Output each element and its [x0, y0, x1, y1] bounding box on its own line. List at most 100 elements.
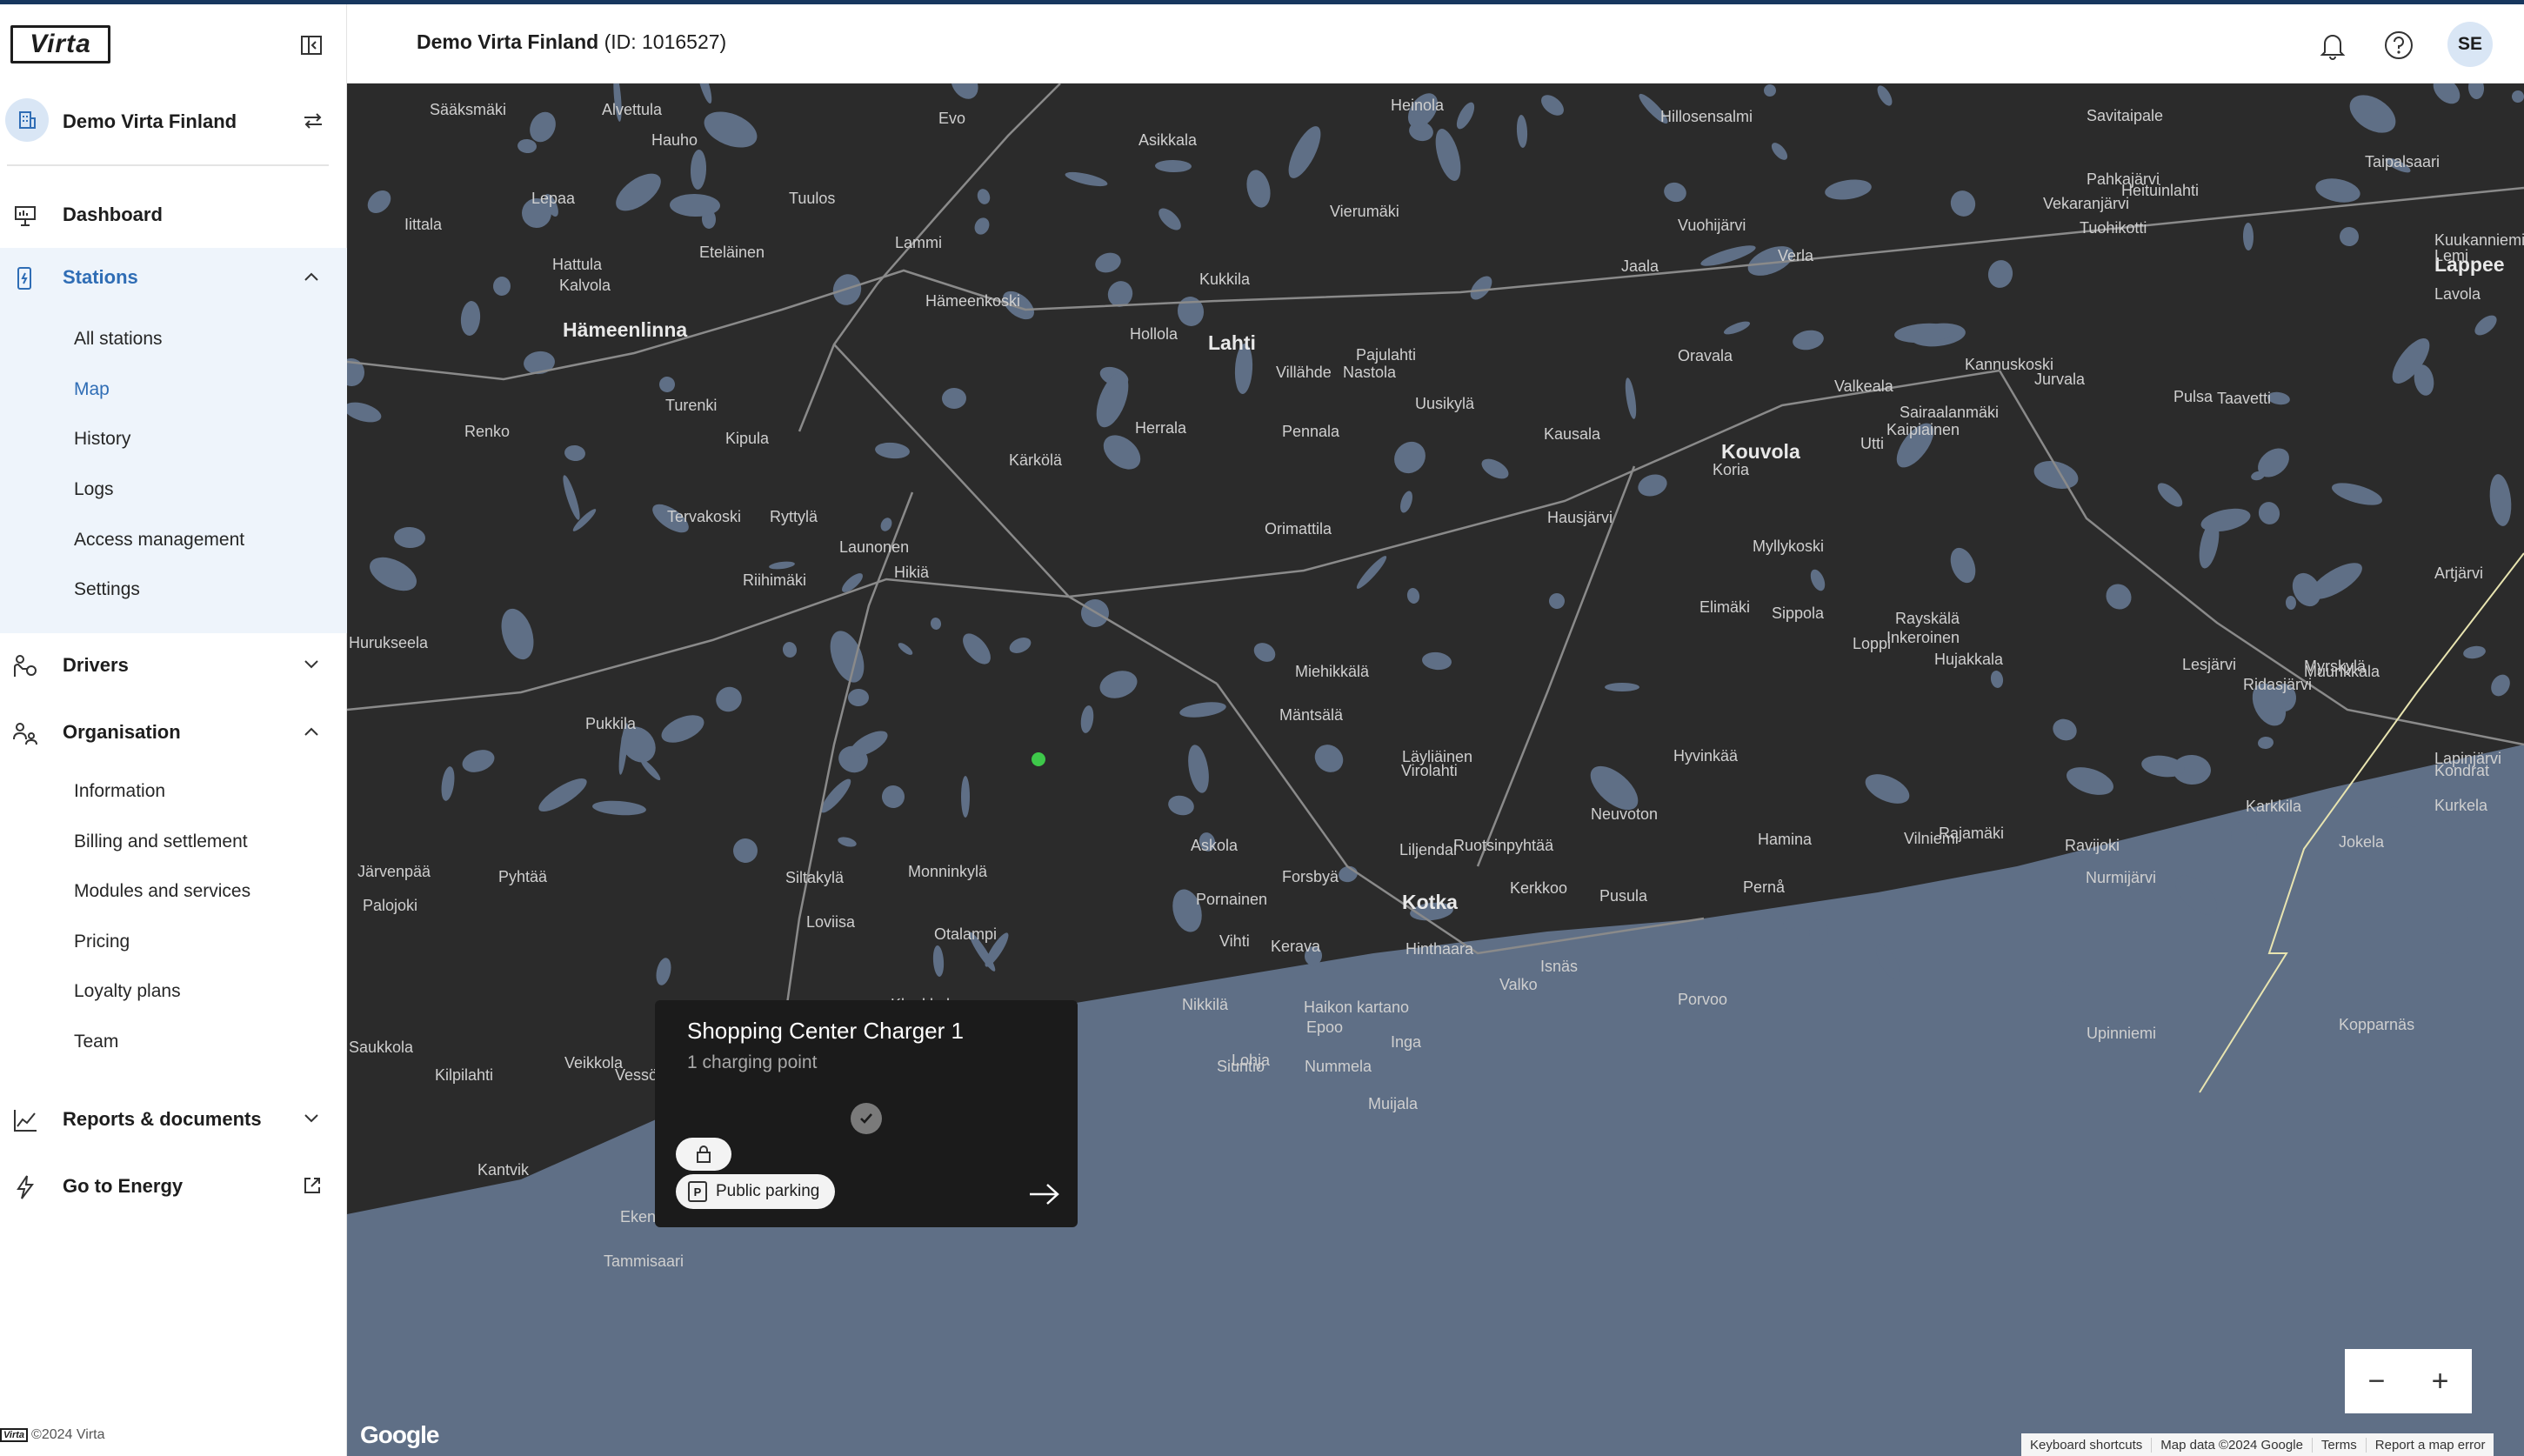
stations-section: Stations All stations Map History Logs A… — [0, 248, 347, 633]
place-label: Järvenpää — [357, 863, 431, 880]
station-name[interactable]: Shopping Center Charger 1 — [687, 1018, 964, 1045]
map-view[interactable]: Sääksmäki Alvettula Hauho Evo Asikkala Heinol… — [347, 83, 2524, 1456]
nav-history[interactable]: History — [74, 429, 130, 450]
nav-access-management[interactable]: Access management — [74, 530, 244, 551]
nav-station-settings[interactable]: Settings — [74, 579, 140, 600]
place-label: Lemi — [2434, 247, 2469, 264]
org-switcher[interactable]: Demo Virta Finland — [0, 93, 347, 154]
virta-mini-logo: Virta — [0, 1428, 29, 1442]
place-label: Valko — [1499, 976, 1538, 993]
place-label: Loppi — [1853, 635, 1892, 652]
place-label: Vierumäki — [1330, 203, 1399, 220]
place-label: Iittala — [404, 216, 443, 233]
place-label: Otalampi — [934, 925, 998, 943]
nav-dashboard[interactable]: Dashboard — [0, 185, 347, 241]
nav-drivers[interactable]: Drivers — [0, 636, 347, 691]
nav-all-stations[interactable]: All stations — [74, 329, 163, 350]
nav-information[interactable]: Information — [74, 781, 165, 802]
place-label: Neuvoton — [1591, 805, 1659, 823]
nav-logs[interactable]: Logs — [74, 479, 114, 500]
place-label: Evo — [938, 110, 966, 127]
nav-stations[interactable]: Stations — [0, 248, 347, 304]
place-label: Eteläinen — [699, 244, 765, 261]
drivers-icon — [14, 655, 37, 677]
place-label: Veikkola — [564, 1054, 624, 1072]
place-label: Kotka — [1402, 891, 1458, 913]
switch-org-icon[interactable] — [303, 112, 324, 130]
place-label: Hujakkala — [1934, 651, 2004, 668]
place-label: Uusikylä — [1415, 395, 1475, 412]
nav-billing[interactable]: Billing and settlement — [74, 832, 248, 852]
user-avatar[interactable]: SE — [2447, 22, 2493, 67]
place-label: Upinniemi — [2087, 1025, 2157, 1042]
nav-organisation[interactable]: Organisation — [0, 703, 347, 758]
zoom-in-button[interactable]: + — [2432, 1365, 2449, 1399]
place-label: Pajulahti — [1356, 346, 1417, 364]
place-label: Hillosensalmi — [1660, 108, 1753, 125]
place-label: Rayskälä — [1895, 610, 1960, 627]
nav-map[interactable]: Map — [74, 379, 110, 400]
place-label: Nummela — [1305, 1058, 1372, 1075]
charging-station-icon — [17, 267, 31, 290]
public-parking-tag: P Public parking — [676, 1174, 836, 1209]
divider — [7, 164, 329, 166]
help-icon[interactable] — [2382, 29, 2415, 62]
nav-team[interactable]: Team — [74, 1032, 118, 1052]
place-label: Pukkila — [585, 715, 637, 732]
sidebar-collapse-icon[interactable] — [301, 36, 322, 55]
chevron-down-icon[interactable] — [303, 1112, 320, 1125]
place-label: Monninkylä — [908, 863, 988, 880]
nav-modules[interactable]: Modules and services — [74, 881, 250, 902]
zoom-out-button[interactable]: − — [2368, 1365, 2386, 1399]
place-label: Hamina — [1758, 831, 1813, 848]
place-label: Utti — [1860, 435, 1884, 452]
place-label: Pulsa — [2173, 388, 2214, 405]
place-label: Ridasjärvi — [2243, 676, 2313, 693]
station-marker[interactable] — [1032, 752, 1045, 766]
place-label: Oravala — [1678, 347, 1733, 364]
chevron-up-icon[interactable] — [303, 725, 320, 738]
nav-loyalty-plans[interactable]: Loyalty plans — [74, 981, 181, 1002]
place-label: Kalvola — [559, 277, 611, 294]
nav-energy[interactable]: Go to Energy — [0, 1157, 347, 1212]
place-label: Inkeroinen — [1886, 629, 1960, 646]
place-label: Taavetti — [2217, 390, 2272, 407]
nav-pricing[interactable]: Pricing — [74, 932, 130, 952]
bell-icon[interactable] — [2316, 29, 2349, 62]
report-map-error-link[interactable]: Report a map error — [2367, 1438, 2494, 1453]
place-label: Haikon kartano — [1304, 998, 1410, 1016]
place-label: Kipula — [725, 430, 770, 447]
place-label: Ryttylä — [770, 508, 818, 525]
external-link-icon[interactable] — [303, 1176, 322, 1195]
place-label: Mäntsälä — [1279, 706, 1344, 724]
nav-reports[interactable]: Reports & documents — [0, 1090, 347, 1145]
map-data-text: Map data ©2024 Google — [2152, 1437, 2313, 1453]
terms-link[interactable]: Terms — [2313, 1437, 2367, 1453]
place-label: Villähde — [1276, 364, 1332, 381]
place-label: Artjärvi — [2434, 564, 2484, 582]
place-label: Turenki — [665, 397, 718, 414]
keyboard-shortcuts-link[interactable]: Keyboard shortcuts — [2021, 1437, 2153, 1453]
place-label: Lepaa — [531, 190, 576, 207]
place-label: Taipalsaari — [2365, 153, 2441, 170]
place-label: Heinola — [1391, 97, 1445, 114]
place-label: Koria — [1713, 461, 1750, 478]
place-label: Kouvola — [1721, 440, 1800, 463]
place-label: Kerkkoo — [1510, 879, 1568, 897]
virta-logo[interactable]: Virta — [10, 25, 110, 63]
chevron-down-icon[interactable] — [303, 658, 320, 671]
place-label: Lesjärvi — [2182, 656, 2237, 673]
nav-energy-label: Go to Energy — [63, 1175, 184, 1197]
place-label: Tuohikotti — [2080, 219, 2147, 237]
chevron-up-icon[interactable] — [303, 270, 320, 283]
place-label: Pusula — [1599, 887, 1648, 905]
place-label: Kukkila — [1199, 270, 1251, 288]
place-label: Pornainen — [1196, 891, 1268, 908]
chart-line-icon — [14, 1110, 37, 1132]
arrow-right-icon[interactable] — [1027, 1181, 1062, 1207]
place-label: Lammi — [895, 234, 943, 251]
station-popup[interactable]: Shopping Center Charger 1 1 charging poi… — [655, 1000, 1078, 1227]
place-label: Palojoki — [363, 897, 418, 914]
place-label: Renko — [464, 423, 511, 440]
place-label: Miehikkälä — [1295, 663, 1370, 680]
